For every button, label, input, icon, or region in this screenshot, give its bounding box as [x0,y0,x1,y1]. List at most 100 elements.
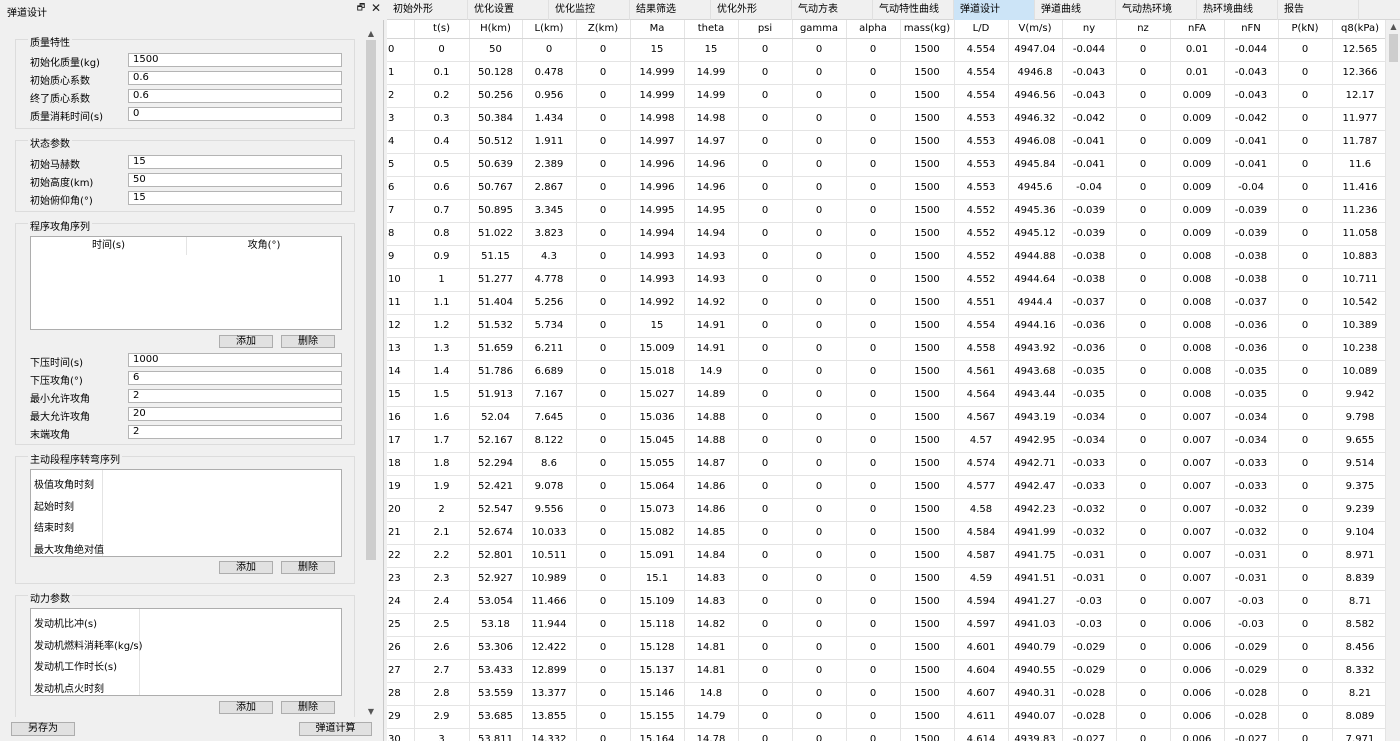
table-cell[interactable]: 14.996 [630,153,685,177]
table-cell[interactable]: 0.007 [1170,590,1225,614]
row-index[interactable]: 3 [387,107,415,131]
table-cell[interactable]: 4.561 [954,360,1009,384]
table-cell[interactable]: 15.064 [630,475,685,499]
table-cell[interactable]: 0 [1278,383,1333,407]
table-row[interactable]: 29 2.9 53.685 13.855 0 15.155 14.79 0 0 0 1500 4.61… [387,705,1385,729]
table-cell[interactable]: 52.167 [469,429,523,453]
row-index[interactable]: 1 [387,61,415,85]
field-input[interactable]: 50 [128,173,342,187]
table-cell[interactable]: 0 [846,521,901,545]
table-cell[interactable]: 8.332 [1332,659,1385,683]
table-cell[interactable]: 52.801 [469,544,523,568]
table-cell[interactable]: 0 [1278,475,1333,499]
table-cell[interactable]: 0 [846,383,901,407]
table-cell[interactable]: 0.007 [1170,544,1225,568]
table-cell[interactable]: 0 [792,383,847,407]
table-cell[interactable]: -0.037 [1224,291,1279,315]
table-cell[interactable]: -0.035 [1062,360,1117,384]
table-cell[interactable]: 0 [792,406,847,430]
table-cell[interactable]: 15.109 [630,590,685,614]
table-cell[interactable]: -0.027 [1224,728,1279,741]
table-row[interactable]: 17 1.7 52.167 8.122 0 15.045 14.88 0 0 0 1500 4.57 4… [387,429,1385,453]
delete-aoa-button[interactable]: 删除 [281,335,335,348]
table-cell[interactable]: 0 [738,61,793,85]
column-header[interactable]: q8(kPa) [1332,20,1385,39]
table-cell[interactable]: 0 [738,705,793,729]
delete-engine-button[interactable]: 删除 [281,701,335,714]
table-cell[interactable]: -0.033 [1062,452,1117,476]
table-cell[interactable]: 1.8 [414,452,470,476]
table-cell[interactable]: 15.128 [630,636,685,660]
table-cell[interactable]: 1.5 [414,383,470,407]
compute-trajectory-button[interactable]: 弹道计算 [299,722,372,736]
table-cell[interactable]: 9.375 [1332,475,1385,499]
table-cell[interactable]: 4.601 [954,636,1009,660]
table-cell[interactable]: 51.022 [469,222,523,246]
table-cell[interactable]: 0.4 [414,130,470,154]
table-cell[interactable]: 1500 [900,544,955,568]
table-cell[interactable]: 0 [1116,199,1171,223]
table-cell[interactable]: -0.029 [1062,636,1117,660]
table-cell[interactable]: 0 [792,705,847,729]
table-cell[interactable]: -0.033 [1062,475,1117,499]
table-cell[interactable]: 11.058 [1332,222,1385,246]
table-cell[interactable]: 0 [846,107,901,131]
table-cell[interactable]: 14.93 [684,268,739,292]
table-row[interactable]: 1 0.1 50.128 0.478 0 14.999 14.99 0 0 0 1500 4.554 4… [387,61,1385,85]
scroll-up-icon[interactable]: ▲ [1386,20,1400,34]
table-row[interactable]: 18 1.8 52.294 8.6 0 15.055 14.87 0 0 0 1500 4.574 49… [387,452,1385,476]
table-cell[interactable]: 0 [846,222,901,246]
table-cell[interactable]: 4940.31 [1008,682,1063,706]
add-turn-button[interactable]: 添加 [219,561,273,574]
table-cell[interactable]: 1500 [900,682,955,706]
table-cell[interactable]: 9.239 [1332,498,1385,522]
table-cell[interactable]: 0 [792,199,847,223]
table-cell[interactable]: 0 [1116,383,1171,407]
list-item[interactable]: 发动机燃料消耗率(kg/s) [34,637,143,652]
table-cell[interactable]: 0 [846,130,901,154]
field-input[interactable]: 20 [128,407,342,421]
table-cell[interactable]: 53.306 [469,636,523,660]
row-index[interactable]: 13 [387,337,415,361]
table-cell[interactable]: 1500 [900,61,955,85]
table-cell[interactable]: 2.1 [414,521,470,545]
table-cell[interactable]: -0.032 [1062,498,1117,522]
table-cell[interactable]: 14.84 [684,544,739,568]
table-cell[interactable]: 50.512 [469,130,523,154]
table-cell[interactable]: 3.823 [522,222,577,246]
table-scrollbar[interactable]: ▲ [1385,20,1400,741]
table-cell[interactable]: 11.466 [522,590,577,614]
table-cell[interactable]: 0.007 [1170,429,1225,453]
table-cell[interactable]: 0 [738,521,793,545]
table-cell[interactable]: 4941.27 [1008,590,1063,614]
table-cell[interactable]: 15.018 [630,360,685,384]
table-cell[interactable]: 15 [630,38,685,62]
table-cell[interactable]: 53.559 [469,682,523,706]
table-cell[interactable]: 14.79 [684,705,739,729]
table-cell[interactable]: -0.043 [1062,84,1117,108]
field-input[interactable]: 2 [128,389,342,403]
table-cell[interactable]: 0 [792,452,847,476]
table-cell[interactable]: 0 [576,406,631,430]
column-header[interactable]: nFA [1170,20,1225,39]
table-cell[interactable]: 50.128 [469,61,523,85]
table-row[interactable]: 28 2.8 53.559 13.377 0 15.146 14.8 0 0 0 1500 4.607… [387,682,1385,706]
table-cell[interactable]: 1500 [900,337,955,361]
table-cell[interactable]: 0 [846,176,901,200]
table-cell[interactable]: 1500 [900,107,955,131]
table-cell[interactable]: 0 [738,268,793,292]
table-cell[interactable]: -0.036 [1224,314,1279,338]
table-cell[interactable]: 0.009 [1170,84,1225,108]
table-row[interactable]: 30 3 53.811 14.332 0 15.164 14.78 0 0 0 1500 4.614 4… [387,728,1385,741]
tab-10[interactable]: 气动热环境 [1116,0,1197,20]
table-cell[interactable]: 10.711 [1332,268,1385,292]
column-header[interactable]: t(s) [414,20,470,39]
table-cell[interactable]: 4.594 [954,590,1009,614]
table-cell[interactable]: 1500 [900,245,955,269]
field-input[interactable]: 15 [128,191,342,205]
table-cell[interactable]: 0 [1116,567,1171,591]
field-input[interactable]: 6 [128,371,342,385]
table-cell[interactable]: 4942.95 [1008,429,1063,453]
table-cell[interactable]: 0.01 [1170,38,1225,62]
add-aoa-button[interactable]: 添加 [219,335,273,348]
